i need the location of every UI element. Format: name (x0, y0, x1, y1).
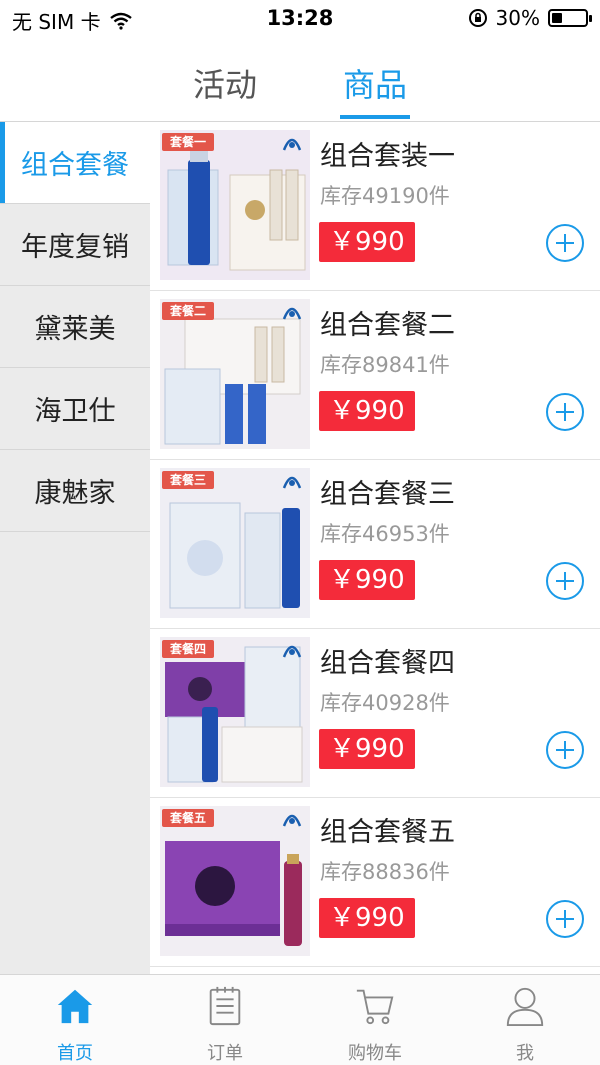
add-to-cart-button[interactable] (546, 224, 584, 262)
product-image: 套餐二 (160, 299, 310, 449)
status-right: 30% (468, 6, 592, 30)
product-stock: 库存89841件 (320, 353, 450, 377)
product-name: 组合套餐三 (320, 479, 455, 510)
product-item[interactable]: 套餐三 组合套餐三 库存46953件 ￥990 (150, 460, 600, 629)
product-image: 套餐三 (160, 468, 310, 618)
sidebar-item-label: 组合套餐 (21, 150, 129, 181)
product-name: 组合套餐二 (320, 310, 455, 341)
brand-logo-icon (282, 645, 302, 658)
brand-logo-icon (282, 307, 302, 320)
product-item[interactable]: 套餐五 组合套餐五 库存88836件 ￥990 (150, 798, 600, 967)
brand-logo-icon (282, 814, 302, 827)
nav-label: 首页 (57, 1043, 93, 1064)
nav-label: 我 (516, 1043, 534, 1064)
product-list: 套餐一 组合套装一 库存49190件 ￥990 套餐二 组合套餐二 库存8984… (150, 122, 600, 974)
battery-percent: 30% (495, 6, 540, 30)
sidebar-item-dailaimei[interactable]: 黛莱美 (0, 286, 150, 368)
add-to-cart-button[interactable] (546, 562, 584, 600)
sidebar-item-annual[interactable]: 年度复销 (0, 204, 150, 286)
nav-me[interactable]: 我 (450, 975, 600, 1065)
sidebar-item-label: 海卫仕 (34, 396, 116, 427)
product-illustration (160, 299, 310, 449)
nav-orders[interactable]: 订单 (150, 975, 300, 1065)
product-price: ￥990 (319, 729, 415, 769)
product-stock: 库存49190件 (320, 184, 450, 208)
product-price: ￥990 (319, 222, 415, 262)
sidebar-item-label: 黛莱美 (34, 314, 116, 345)
product-name: 组合套餐五 (320, 817, 455, 848)
tab-activity[interactable]: 活动 (165, 60, 285, 106)
package-tag: 套餐四 (162, 640, 215, 658)
product-stock: 库存46953件 (320, 522, 450, 546)
nav-home[interactable]: 首页 (0, 975, 150, 1065)
product-price: ￥990 (319, 560, 415, 600)
product-image: 套餐四 (160, 637, 310, 787)
product-price: ￥990 (319, 391, 415, 431)
product-item[interactable]: 套餐二 组合套餐二 库存89841件 ￥990 (150, 291, 600, 460)
top-tabs: 活动 商品 (0, 40, 600, 122)
sidebar-item-kangmeijia[interactable]: 康魅家 (0, 450, 150, 532)
tab-products[interactable]: 商品 (315, 60, 435, 106)
package-tag: 套餐五 (162, 809, 215, 827)
brand-logo-icon (282, 138, 302, 151)
package-tag: 套餐二 (162, 302, 215, 320)
bottom-nav: 首页 订单 购物车 我 (0, 974, 600, 1065)
product-name: 组合套装一 (320, 141, 455, 172)
product-image: 套餐五 (160, 806, 310, 956)
product-stock: 库存88836件 (320, 860, 450, 884)
product-price: ￥990 (319, 898, 415, 938)
battery-icon (548, 9, 592, 27)
product-image: 套餐一 (160, 130, 310, 280)
product-illustration (160, 806, 310, 956)
nav-cart[interactable]: 购物车 (300, 975, 450, 1065)
rotation-lock-icon (468, 9, 487, 27)
package-tag: 套餐三 (162, 471, 215, 489)
add-to-cart-button[interactable] (546, 393, 584, 431)
product-item[interactable]: 套餐一 组合套装一 库存49190件 ￥990 (150, 122, 600, 291)
sidebar-item-label: 年度复销 (21, 232, 129, 263)
product-illustration (160, 468, 310, 618)
sidebar-item-haiweishi[interactable]: 海卫仕 (0, 368, 150, 450)
user-icon (506, 987, 544, 1027)
sidebar-item-combo[interactable]: 组合套餐 (0, 122, 150, 204)
order-icon (209, 986, 241, 1026)
active-tab-indicator (340, 115, 410, 119)
category-sidebar: 组合套餐 年度复销 黛莱美 海卫仕 康魅家 (0, 122, 150, 974)
product-stock: 库存40928件 (320, 691, 450, 715)
product-illustration (160, 130, 310, 280)
status-bar: 无 SIM 卡 13:28 30% (0, 0, 600, 40)
cart-icon (356, 989, 394, 1025)
product-name: 组合套餐四 (320, 648, 455, 679)
battery-level (552, 13, 562, 23)
product-item[interactable]: 套餐四 组合套餐四 库存40928件 ￥990 (150, 629, 600, 798)
add-to-cart-button[interactable] (546, 731, 584, 769)
nav-label: 购物车 (348, 1043, 402, 1064)
package-tag: 套餐一 (162, 133, 215, 151)
home-icon (57, 989, 93, 1024)
add-to-cart-button[interactable] (546, 900, 584, 938)
brand-logo-icon (282, 476, 302, 489)
sidebar-item-label: 康魅家 (34, 478, 116, 509)
nav-label: 订单 (207, 1043, 243, 1064)
product-illustration (160, 637, 310, 787)
